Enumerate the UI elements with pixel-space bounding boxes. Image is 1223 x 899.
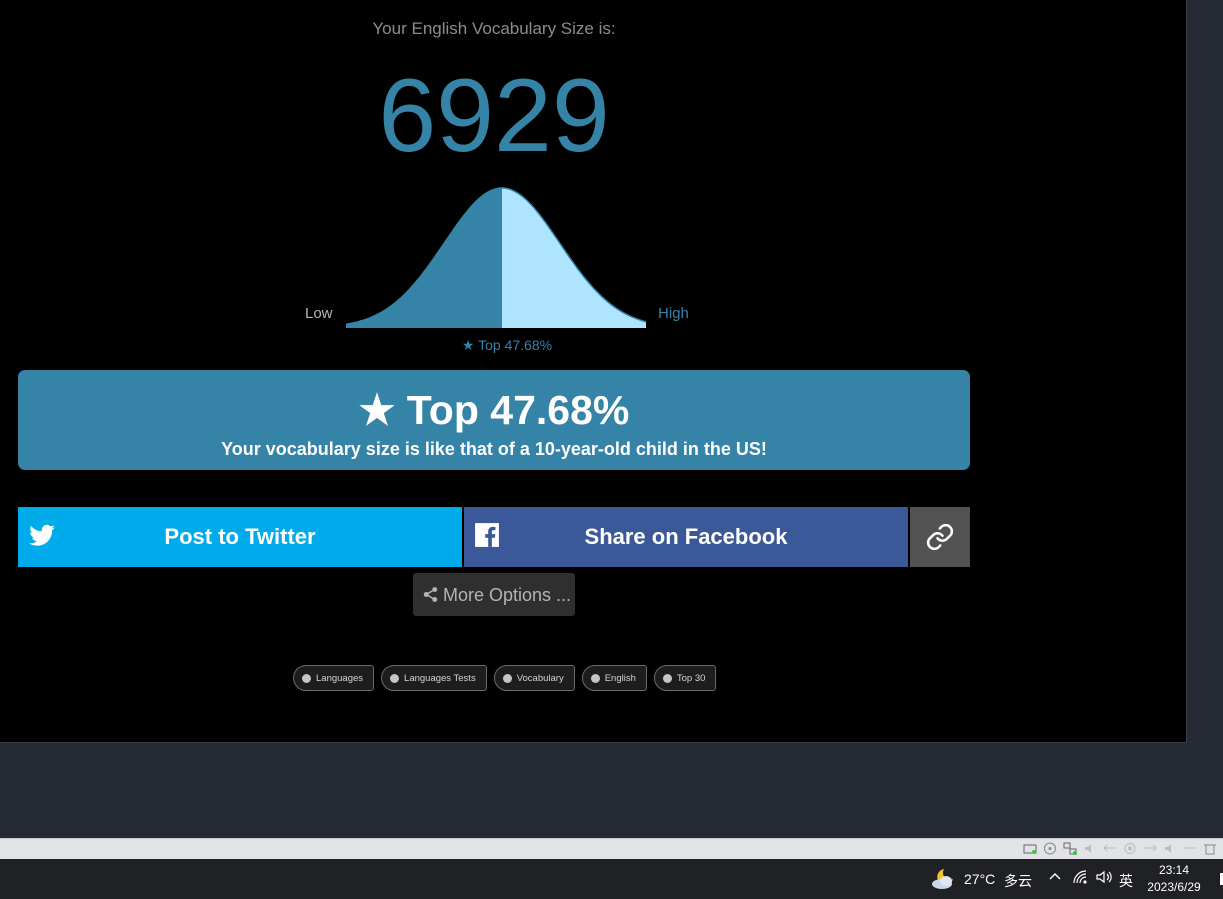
shared-folders-icon[interactable] xyxy=(1123,842,1137,855)
display-icon[interactable] xyxy=(1143,842,1157,855)
score-headline: Your English Vocabulary Size is: xyxy=(372,19,616,38)
low-label: Low xyxy=(305,305,333,322)
input-language-indicator[interactable]: 英 xyxy=(1119,871,1133,891)
twitter-button-label: Post to Twitter xyxy=(164,524,316,549)
percentile-description: Your vocabulary size is like that of a 1… xyxy=(221,439,767,459)
hard-disk-icon[interactable] xyxy=(1023,842,1037,855)
optical-drive-icon[interactable] xyxy=(1043,842,1057,855)
chevron-up-icon[interactable] xyxy=(1048,869,1062,888)
tag-dot-icon xyxy=(502,673,512,683)
more-options-button[interactable]: More Options ... xyxy=(413,573,575,616)
percentile-title: ★ Top 47.68% xyxy=(358,387,630,433)
tag-languages-tests[interactable]: Languages Tests xyxy=(381,665,487,691)
clock[interactable]: 23:14 2023/6/29 xyxy=(1144,862,1204,896)
temperature-text[interactable]: 27°C xyxy=(964,871,995,887)
post-to-twitter-button[interactable]: Post to Twitter xyxy=(18,507,462,567)
recording-icon[interactable] xyxy=(1163,842,1177,855)
weather-text[interactable]: 多云 xyxy=(1004,871,1032,891)
result-page: Your English Vocabulary Size is: 6929 Lo… xyxy=(0,0,1187,743)
network-icon[interactable] xyxy=(1063,842,1077,855)
tag-dot-icon xyxy=(662,673,672,683)
percentile-marker-label: ★ Top 47.68% xyxy=(461,337,553,353)
link-icon xyxy=(925,522,955,558)
tag-top-30[interactable]: Top 30 xyxy=(653,665,717,691)
speaker-icon[interactable] xyxy=(1095,869,1113,890)
usb-icon[interactable] xyxy=(1103,842,1117,855)
share-on-facebook-button[interactable]: Share on Facebook xyxy=(464,507,908,567)
partly-cloudy-night-icon[interactable] xyxy=(930,866,958,897)
vocabulary-score: 6929 xyxy=(378,58,610,174)
tag-list: Languages Languages Tests Vocabulary Eng… xyxy=(293,665,717,691)
facebook-button-label: Share on Facebook xyxy=(584,524,788,549)
wifi-icon[interactable] xyxy=(1072,869,1088,890)
tag-dot-icon xyxy=(590,673,600,683)
copy-link-button[interactable] xyxy=(910,507,970,567)
clock-time: 23:14 xyxy=(1158,863,1190,877)
tag-vocabulary[interactable]: Vocabulary xyxy=(493,665,575,691)
high-label: High xyxy=(658,305,689,322)
tag-english[interactable]: English xyxy=(581,665,647,691)
clock-date: 2023/6/29 xyxy=(1147,880,1201,894)
distribution-curve xyxy=(345,187,647,328)
result-banner: ★ Top 47.68% Your vocabulary size is lik… xyxy=(18,370,970,470)
more-options-label: More Options ... xyxy=(443,585,572,605)
tag-dot-icon xyxy=(390,673,400,683)
audio-icon[interactable] xyxy=(1083,842,1097,855)
windows-taskbar: 27°C 多云 英 23:14 2023/6/29 xyxy=(0,859,1223,899)
clipboard-icon[interactable] xyxy=(1183,842,1197,855)
vm-status-bar xyxy=(0,838,1223,859)
trash-icon[interactable] xyxy=(1203,842,1217,855)
tag-dot-icon xyxy=(302,673,311,683)
tag-languages[interactable]: Languages xyxy=(293,665,375,691)
share-icon xyxy=(422,586,439,608)
